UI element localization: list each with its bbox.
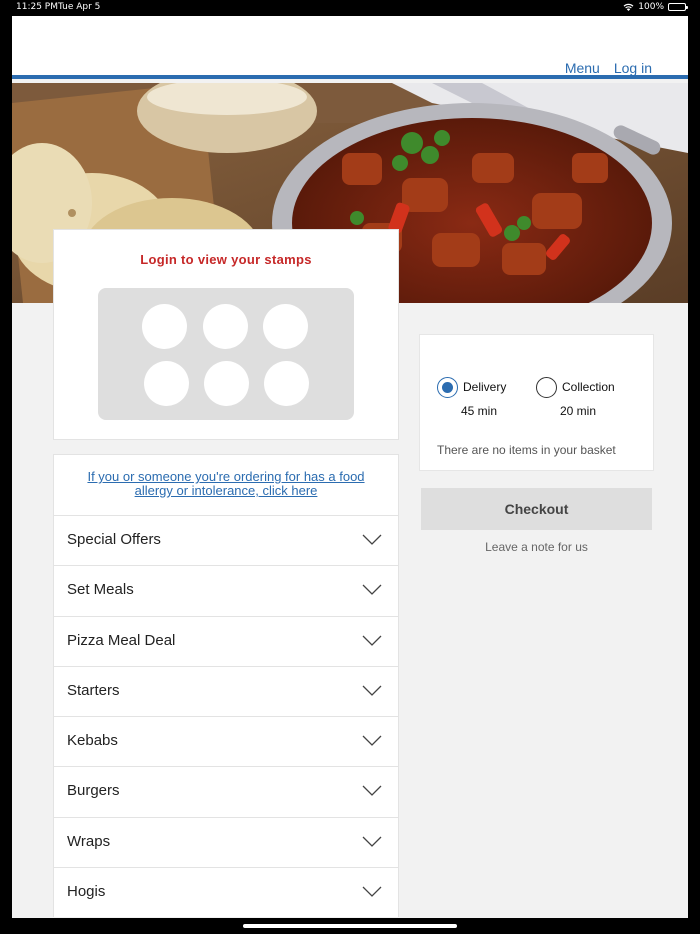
status-bar: 11:25 PM Tue Apr 5 100% [0, 0, 700, 16]
chevron-down-icon [362, 836, 382, 847]
stamp-card-title[interactable]: Login to view your stamps [54, 252, 398, 267]
allergy-link[interactable]: If you or someone you're ordering for ha… [54, 455, 398, 498]
stamp-slot [204, 361, 249, 406]
chevron-down-icon [362, 886, 382, 897]
chevron-down-icon [362, 685, 382, 696]
menu-category-kebabs[interactable]: Kebabs [54, 716, 398, 766]
screen: Menu Log in Login to view your stamps If… [12, 16, 688, 918]
collection-radio[interactable] [536, 377, 557, 398]
chevron-down-icon [362, 534, 382, 545]
stamp-slot [264, 361, 309, 406]
menu-category-special-offers[interactable]: Special Offers [54, 515, 398, 565]
menu-category-label: Wraps [67, 832, 111, 850]
status-time: 11:25 PM [16, 2, 58, 12]
allergy-card: If you or someone you're ordering for ha… [53, 454, 399, 516]
header: Menu Log in [12, 16, 688, 79]
delivery-label: Delivery [463, 380, 507, 394]
menu-category-pizza-meal-deal[interactable]: Pizza Meal Deal [54, 615, 398, 666]
leave-note-link[interactable]: Leave a note for us [421, 540, 652, 554]
chevron-down-icon [362, 735, 382, 747]
battery-icon [668, 3, 688, 11]
stamp-box [98, 288, 354, 420]
menu-category-label: Special Offers [67, 531, 161, 548]
delivery-time: 45 min [461, 404, 498, 418]
header-nav: Menu Log in [565, 60, 652, 76]
status-date: Tue Apr 5 [58, 2, 101, 12]
menu-category-label: Set Meals [67, 581, 134, 599]
menu-category-label: Hogis [67, 883, 106, 901]
menu-category-hogis[interactable]: Hogis [54, 867, 398, 917]
delivery-radio[interactable] [437, 377, 458, 398]
collection-label: Collection [562, 380, 615, 394]
wifi-icon [623, 3, 634, 11]
menu-category-wraps[interactable]: Wraps [54, 816, 398, 867]
chevron-down-icon [362, 584, 382, 596]
menu-link[interactable]: Menu [565, 60, 600, 76]
basket-panel: Delivery 45 min Collection 20 min There … [419, 334, 654, 471]
menu-category-set-meals[interactable]: Set Meals [54, 565, 398, 615]
menu-category-label: Starters [67, 681, 120, 699]
menu-category-label: Pizza Meal Deal [67, 631, 176, 649]
menu-category-starters[interactable]: Starters [54, 665, 398, 716]
chevron-down-icon [362, 786, 382, 797]
home-indicator[interactable] [243, 924, 457, 928]
stamp-slot [203, 304, 248, 349]
basket-empty-text: There are no items in your basket [437, 443, 616, 457]
stamp-slot [142, 304, 187, 349]
status-right: 100% [623, 2, 688, 12]
stamp-slot [144, 361, 189, 406]
menu-category-list: Special Offers Set Meals Pizza Meal Deal… [53, 515, 399, 918]
menu-category-label: Kebabs [67, 732, 118, 750]
checkout-button[interactable]: Checkout [421, 488, 652, 530]
battery-percent: 100% [638, 2, 664, 12]
menu-category-burgers[interactable]: Burgers [54, 766, 398, 816]
menu-category-label: Burgers [67, 782, 120, 800]
stamp-card: Login to view your stamps [53, 229, 399, 440]
stamp-slot [263, 304, 308, 349]
collection-time: 20 min [560, 404, 597, 418]
login-link[interactable]: Log in [614, 60, 652, 76]
chevron-down-icon [362, 635, 382, 646]
